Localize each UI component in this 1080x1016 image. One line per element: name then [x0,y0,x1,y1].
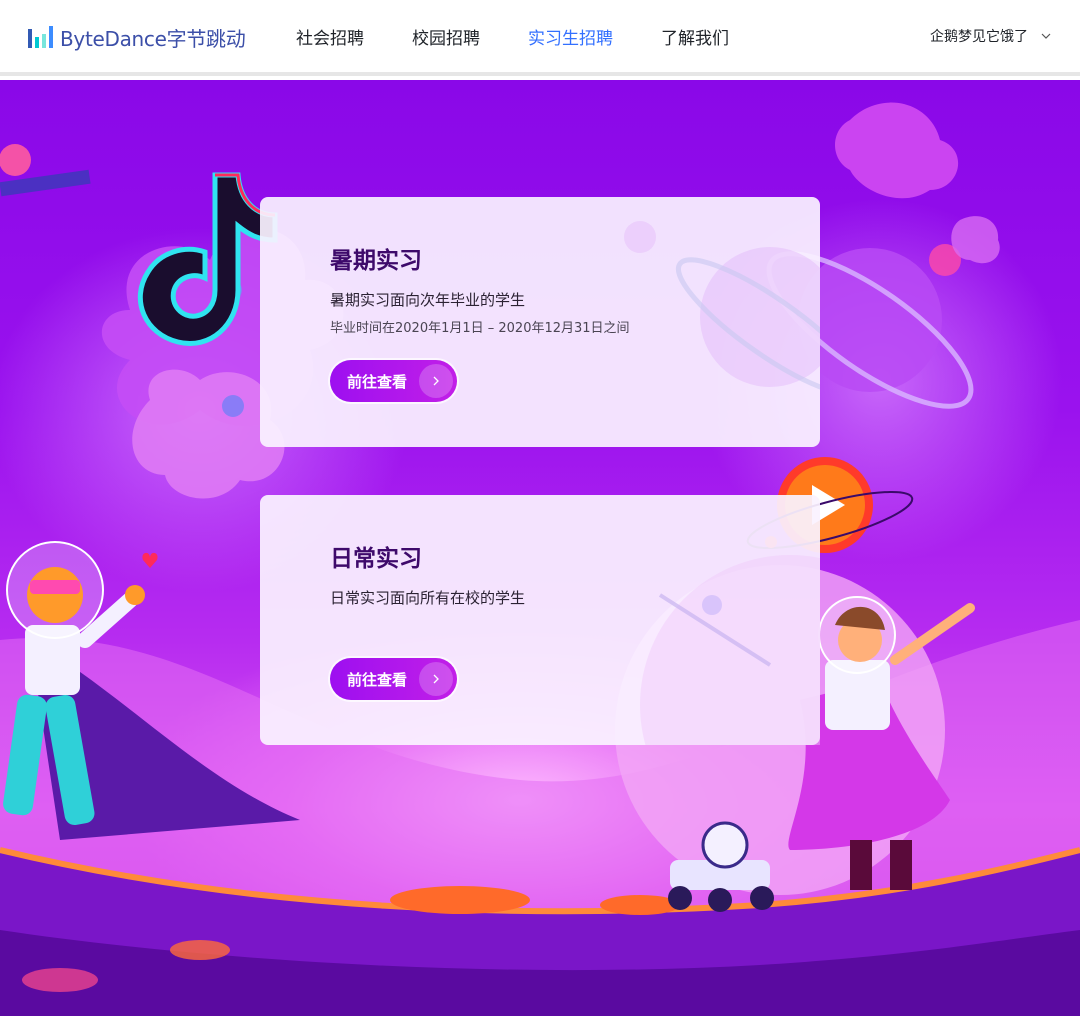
nav-item-social-recruitment[interactable]: 社会招聘 [296,24,364,49]
logo-text: ByteDance字节跳动 [60,26,246,51]
chevron-down-icon [1041,33,1051,39]
main-nav: 社会招聘 校园招聘 实习生招聘 了解我们 [272,0,753,72]
top-navigation-bar: ByteDance字节跳动 社会招聘 校园招聘 实习生招聘 了解我们 企鹅梦见它… [0,0,1080,76]
card-title: 日常实习 [330,546,422,572]
button-label: 前往查看 [347,372,408,391]
chevron-right-icon [419,364,453,398]
card-title: 暑期实习 [330,248,422,274]
nav-item-campus-recruitment[interactable]: 校园招聘 [412,24,480,49]
user-name: 企鹅梦见它饿了 [930,29,1028,45]
summer-internship-card: 暑期实习 暑期实习面向次年毕业的学生 毕业时间在2020年1月1日 – 2020… [260,197,820,447]
card-description: 日常实习面向所有在校的学生 [330,589,526,607]
card-graduation-requirement: 毕业时间在2020年1月1日 – 2020年12月31日之间 [330,321,630,336]
nav-item-intern-recruitment[interactable]: 实习生招聘 [528,24,613,49]
view-summer-internship-button[interactable]: 前往查看 [330,360,457,402]
daily-internship-card: 日常实习 日常实习面向所有在校的学生 前往查看 [260,495,820,745]
user-menu[interactable]: 企鹅梦见它饿了 [930,0,1052,72]
bytedance-logo-icon [28,26,53,48]
page: ByteDance字节跳动 社会招聘 校园招聘 实习生招聘 了解我们 企鹅梦见它… [0,0,1080,1016]
button-label: 前往查看 [347,670,408,689]
view-daily-internship-button[interactable]: 前往查看 [330,658,457,700]
chevron-right-icon [419,662,453,696]
bytedance-logo[interactable]: ByteDance字节跳动 [28,22,246,52]
card-description: 暑期实习面向次年毕业的学生 [330,291,526,309]
card-decoration-illustration [640,555,820,745]
nav-item-about-us[interactable]: 了解我们 [661,24,729,49]
